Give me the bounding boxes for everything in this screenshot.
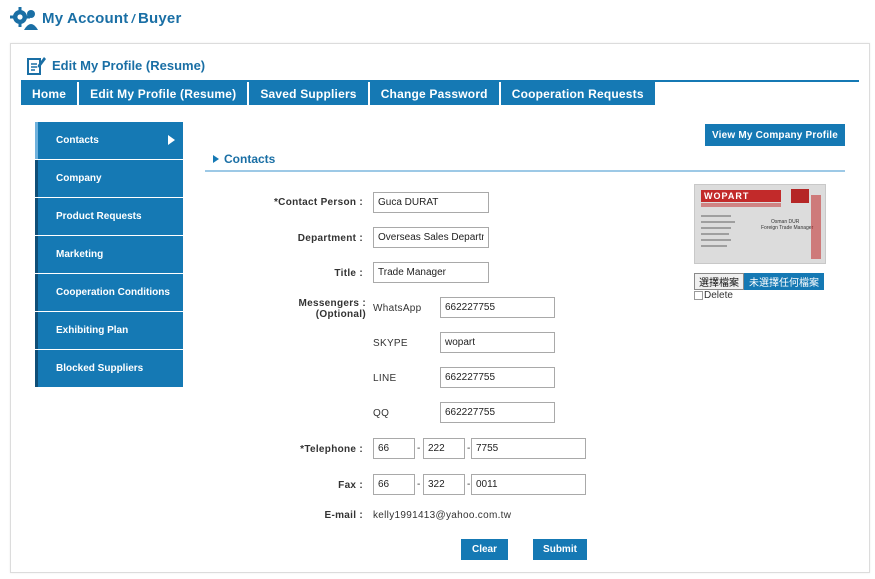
card-vertical-logo xyxy=(811,195,821,259)
gear-person-icon xyxy=(10,7,38,30)
triangle-right-icon xyxy=(213,155,219,163)
section-divider xyxy=(205,170,845,172)
business-card-image: WOPART Osman DUR Foreign Trade Manager xyxy=(694,184,826,264)
fax-area-input[interactable] xyxy=(423,474,465,495)
sidebar-item-label: Cooperation Conditions xyxy=(56,287,170,298)
sidebar-item-blocked-suppliers[interactable]: Blocked Suppliers xyxy=(35,350,183,387)
panel-title: Edit My Profile (Resume) xyxy=(26,54,205,76)
tab-change-password[interactable]: Change Password xyxy=(369,82,499,105)
sidebar-item-label: Exhibiting Plan xyxy=(56,325,129,336)
card-logo-subline xyxy=(701,203,781,207)
fax-dash: - xyxy=(467,479,471,490)
department-input[interactable] xyxy=(373,227,489,248)
sidebar-item-label: Company xyxy=(56,173,102,184)
department-label: Department : xyxy=(297,233,363,244)
card-badge xyxy=(791,189,809,203)
fax-number-input[interactable] xyxy=(471,474,586,495)
profile-panel: Edit My Profile (Resume) Home Edit My Pr… xyxy=(10,43,870,573)
view-company-profile-button[interactable]: View My Company Profile xyxy=(705,124,845,146)
whatsapp-input[interactable] xyxy=(440,297,555,318)
delete-option: Delete xyxy=(694,290,733,301)
section-title: Contacts xyxy=(224,152,276,166)
file-status: 未選擇任何檔案 xyxy=(744,273,824,290)
delete-checkbox[interactable] xyxy=(694,291,703,300)
sidebar-item-label: Blocked Suppliers xyxy=(56,363,144,374)
messengers-label: Messengers : xyxy=(298,298,366,309)
delete-label: Delete xyxy=(704,290,733,301)
sidebar: Contacts Company Product Requests Market… xyxy=(35,122,183,388)
card-text-line xyxy=(701,227,731,229)
telephone-area-input[interactable] xyxy=(423,438,465,459)
messenger-name-whatsapp: WhatsApp xyxy=(373,303,422,314)
sidebar-item-marketing[interactable]: Marketing xyxy=(35,236,183,273)
clear-button[interactable]: Clear xyxy=(461,539,508,560)
tab-bar: Home Edit My Profile (Resume) Saved Supp… xyxy=(21,82,657,105)
arrow-right-icon xyxy=(168,135,175,145)
sidebar-item-product-requests[interactable]: Product Requests xyxy=(35,198,183,235)
telephone-number-input[interactable] xyxy=(471,438,586,459)
messengers-optional-label: (Optional) xyxy=(315,309,366,320)
edit-document-icon xyxy=(27,57,46,75)
card-role: Foreign Trade Manager xyxy=(761,225,814,231)
telephone-label: *Telephone : xyxy=(300,444,363,455)
sidebar-item-contacts[interactable]: Contacts xyxy=(35,122,183,159)
qq-input[interactable] xyxy=(440,402,555,423)
contact-person-label: *Contact Person : xyxy=(273,197,363,208)
sidebar-item-label: Marketing xyxy=(56,249,104,260)
page-title: My Account / Buyer xyxy=(42,9,182,27)
card-logo: WOPART xyxy=(701,190,781,202)
contact-person-input[interactable] xyxy=(373,192,489,213)
messenger-name-skype: SKYPE xyxy=(373,338,408,349)
messenger-name-qq: QQ xyxy=(373,408,390,419)
card-text-line xyxy=(701,233,729,235)
submit-button[interactable]: Submit xyxy=(533,539,587,560)
telephone-country-input[interactable] xyxy=(373,438,415,459)
line-input[interactable] xyxy=(440,367,555,388)
sidebar-item-label: Contacts xyxy=(56,135,99,146)
tab-cooperation-requests[interactable]: Cooperation Requests xyxy=(500,82,655,105)
fax-dash: - xyxy=(417,479,421,490)
tab-saved-suppliers[interactable]: Saved Suppliers xyxy=(249,82,368,105)
title-label: Title : xyxy=(334,268,363,279)
tab-home[interactable]: Home xyxy=(21,82,78,105)
title-input[interactable] xyxy=(373,262,489,283)
fax-country-input[interactable] xyxy=(373,474,415,495)
section-header: Contacts xyxy=(213,152,275,166)
sidebar-item-exhibiting-plan[interactable]: Exhibiting Plan xyxy=(35,312,183,349)
card-text-line xyxy=(701,239,731,241)
skype-input[interactable] xyxy=(440,332,555,353)
choose-file-button[interactable]: 選擇檔案 xyxy=(694,273,744,290)
fax-label: Fax : xyxy=(338,480,363,491)
file-upload: 選擇檔案 未選擇任何檔案 xyxy=(694,273,824,290)
sidebar-item-company[interactable]: Company xyxy=(35,160,183,197)
sidebar-item-cooperation-conditions[interactable]: Cooperation Conditions xyxy=(35,274,183,311)
page-header: My Account / Buyer xyxy=(10,5,182,31)
email-label: E-mail : xyxy=(324,510,363,521)
sidebar-item-label: Product Requests xyxy=(56,211,142,222)
telephone-dash: - xyxy=(467,443,471,454)
messenger-name-line: LINE xyxy=(373,373,397,384)
card-text-line xyxy=(701,221,735,223)
email-value: kelly1991413@yahoo.com.tw xyxy=(373,510,512,521)
telephone-dash: - xyxy=(417,443,421,454)
card-text-line xyxy=(701,215,731,217)
tab-edit-profile[interactable]: Edit My Profile (Resume) xyxy=(79,82,248,105)
panel-title-text: Edit My Profile (Resume) xyxy=(52,57,206,73)
card-text-line xyxy=(701,245,727,247)
